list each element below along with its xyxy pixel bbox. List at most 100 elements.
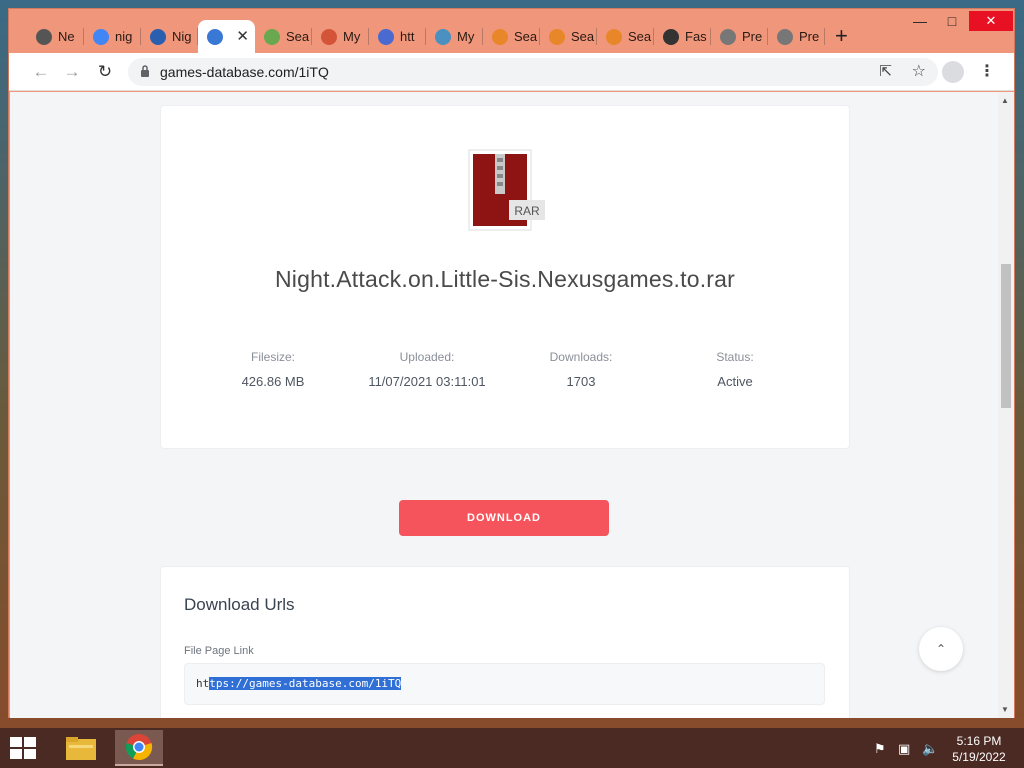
- browser-window: + — □ ✕ Ne nig Nig ✕ Sea My htt My Sea Sea Sea Fas P…: [8, 8, 1015, 718]
- back-button[interactable]: ←: [31, 62, 51, 82]
- volume-muted-icon[interactable]: 🔈: [922, 741, 938, 757]
- chrome-icon: [125, 734, 153, 761]
- stat-label: Downloads:: [549, 350, 613, 364]
- stat-filesize: Filesize: 426.86 MB: [193, 350, 353, 389]
- clock-date: 5/19/2022: [952, 750, 1006, 764]
- stat-value: 426.86 MB: [241, 374, 305, 389]
- tab-label: Sea: [571, 29, 595, 44]
- stat-value: 11/07/2021 03:11:01: [368, 374, 486, 389]
- tab-13[interactable]: Pre: [768, 20, 825, 53]
- tab-6[interactable]: htt: [369, 20, 426, 53]
- pin-icon: [549, 28, 565, 45]
- download-urls-title: Download Urls: [184, 595, 295, 614]
- stat-value: Active: [717, 374, 753, 389]
- tab-label: My: [457, 29, 475, 44]
- tab-label: Sea: [286, 29, 310, 44]
- rar-badge: RAR: [514, 204, 540, 218]
- stat-downloads: Downloads: 1703: [501, 350, 661, 389]
- cloud-upload-icon: [207, 28, 223, 45]
- address-bar[interactable]: games-database.com/1iTQ ⇱ ☆: [128, 58, 938, 86]
- folder-icon: [66, 737, 96, 760]
- globe-icon: [777, 28, 793, 45]
- tab-label: Pre: [799, 29, 820, 44]
- tab-label: Fas: [685, 29, 707, 44]
- action-center-flag-icon[interactable]: ⚑: [874, 741, 886, 757]
- tab-label: Ne: [58, 29, 75, 44]
- stat-value: 1703: [566, 374, 596, 389]
- tab-9[interactable]: Sea: [540, 20, 597, 53]
- menu-kebab-icon[interactable]: ⋮: [979, 61, 995, 81]
- tab-label: Sea: [514, 29, 538, 44]
- tab-4[interactable]: Sea: [255, 20, 312, 53]
- scroll-down-arrow-icon[interactable]: ▼: [1001, 705, 1009, 714]
- ng-icon: [150, 28, 166, 45]
- feather-icon: [663, 28, 679, 45]
- share-icon[interactable]: ⇱: [879, 62, 892, 80]
- file-name: Night.Attack.on.Little-Sis.Nexusgames.to…: [274, 266, 736, 292]
- new-tab-button[interactable]: +: [835, 25, 848, 47]
- file-info-card: RAR Night.Attack.on.Little-Sis.Nexusgame…: [160, 105, 850, 449]
- page-scrollbar[interactable]: ▲ ▼: [998, 92, 1014, 718]
- tab-2[interactable]: Nig: [141, 20, 198, 53]
- taskbar: ⚑ ▣ 🔈 5:16 PM 5/19/2022: [0, 728, 1024, 768]
- stat-status: Status: Active: [655, 350, 815, 389]
- tab-1[interactable]: nig: [84, 20, 141, 53]
- file-page-link-text[interactable]: https://games-database.com/1iTQ: [196, 677, 402, 690]
- minimize-button[interactable]: —: [905, 13, 935, 29]
- close-window-button[interactable]: ✕: [969, 11, 1013, 31]
- windows-start-icon[interactable]: [10, 737, 36, 759]
- tab-label: Pre: [742, 29, 763, 44]
- site-icon: [321, 28, 337, 45]
- stat-label: Status:: [716, 350, 754, 364]
- lock-icon: [141, 65, 149, 77]
- tab-label: nig: [115, 29, 133, 44]
- download-button[interactable]: DOWNLOAD: [399, 500, 609, 536]
- reload-button[interactable]: ↻: [95, 62, 115, 82]
- maximize-button[interactable]: □: [937, 13, 967, 29]
- tab-label: My: [343, 29, 361, 44]
- link-selected-text: tps://games-database.com/1iTQ: [209, 677, 402, 690]
- globe-icon: [720, 28, 736, 45]
- forward-button[interactable]: →: [62, 62, 82, 82]
- url-text: games-database.com/1iTQ: [160, 64, 329, 80]
- tab-7[interactable]: My: [426, 20, 483, 53]
- download-urls-card: Download Urls File Page Link https://gam…: [160, 566, 850, 718]
- dot-icon: [378, 28, 394, 45]
- bookmark-star-icon[interactable]: ☆: [912, 61, 926, 81]
- tab-label: Sea: [628, 29, 652, 44]
- taskbar-file-explorer[interactable]: [57, 730, 105, 766]
- cross-icon: [435, 28, 451, 45]
- tab-label: Nig: [172, 29, 192, 44]
- pin-icon: [492, 28, 508, 45]
- stat-label: Uploaded:: [399, 350, 455, 364]
- globe-icon: [264, 28, 280, 45]
- tab-10[interactable]: Sea: [597, 20, 654, 53]
- pin-icon: [606, 28, 622, 45]
- system-clock[interactable]: 5:16 PM 5/19/2022: [946, 733, 1012, 765]
- tab-strip: + — □ ✕ Ne nig Nig ✕ Sea My htt My Sea Sea Sea Fas P…: [9, 9, 1014, 57]
- tab-11[interactable]: Fas: [654, 20, 711, 53]
- close-tab-icon[interactable]: ✕: [236, 27, 249, 45]
- tab-separator: [824, 28, 825, 45]
- scrollbar-thumb[interactable]: [1001, 264, 1011, 408]
- tab-0[interactable]: Ne: [27, 20, 84, 53]
- tab-3[interactable]: ✕: [198, 20, 255, 53]
- tab-label: htt: [400, 29, 415, 44]
- clock-time: 5:16 PM: [956, 734, 1002, 748]
- scroll-to-top-button[interactable]: ⌃: [919, 627, 963, 671]
- google-icon: [93, 28, 109, 45]
- network-icon[interactable]: ▣: [898, 741, 910, 757]
- browser-toolbar: ← → ↻ games-database.com/1iTQ ⇱ ☆ ⋮: [9, 53, 1014, 91]
- tab-12[interactable]: Pre: [711, 20, 768, 53]
- scroll-up-arrow-icon[interactable]: ▲: [1001, 96, 1009, 105]
- stat-uploaded: Uploaded: 11/07/2021 03:11:01: [347, 350, 507, 389]
- profile-avatar-icon[interactable]: [942, 61, 964, 83]
- tab-5[interactable]: My: [312, 20, 369, 53]
- file-page-link-field[interactable]: https://games-database.com/1iTQ: [184, 663, 825, 705]
- page-viewport: RAR Night.Attack.on.Little-Sis.Nexusgame…: [10, 92, 1014, 718]
- rar-file-icon: RAR: [468, 149, 545, 231]
- taskbar-chrome[interactable]: [115, 730, 163, 766]
- tab-8[interactable]: Sea: [483, 20, 540, 53]
- link-prefix: ht: [196, 677, 210, 690]
- stat-label: Filesize:: [250, 350, 295, 364]
